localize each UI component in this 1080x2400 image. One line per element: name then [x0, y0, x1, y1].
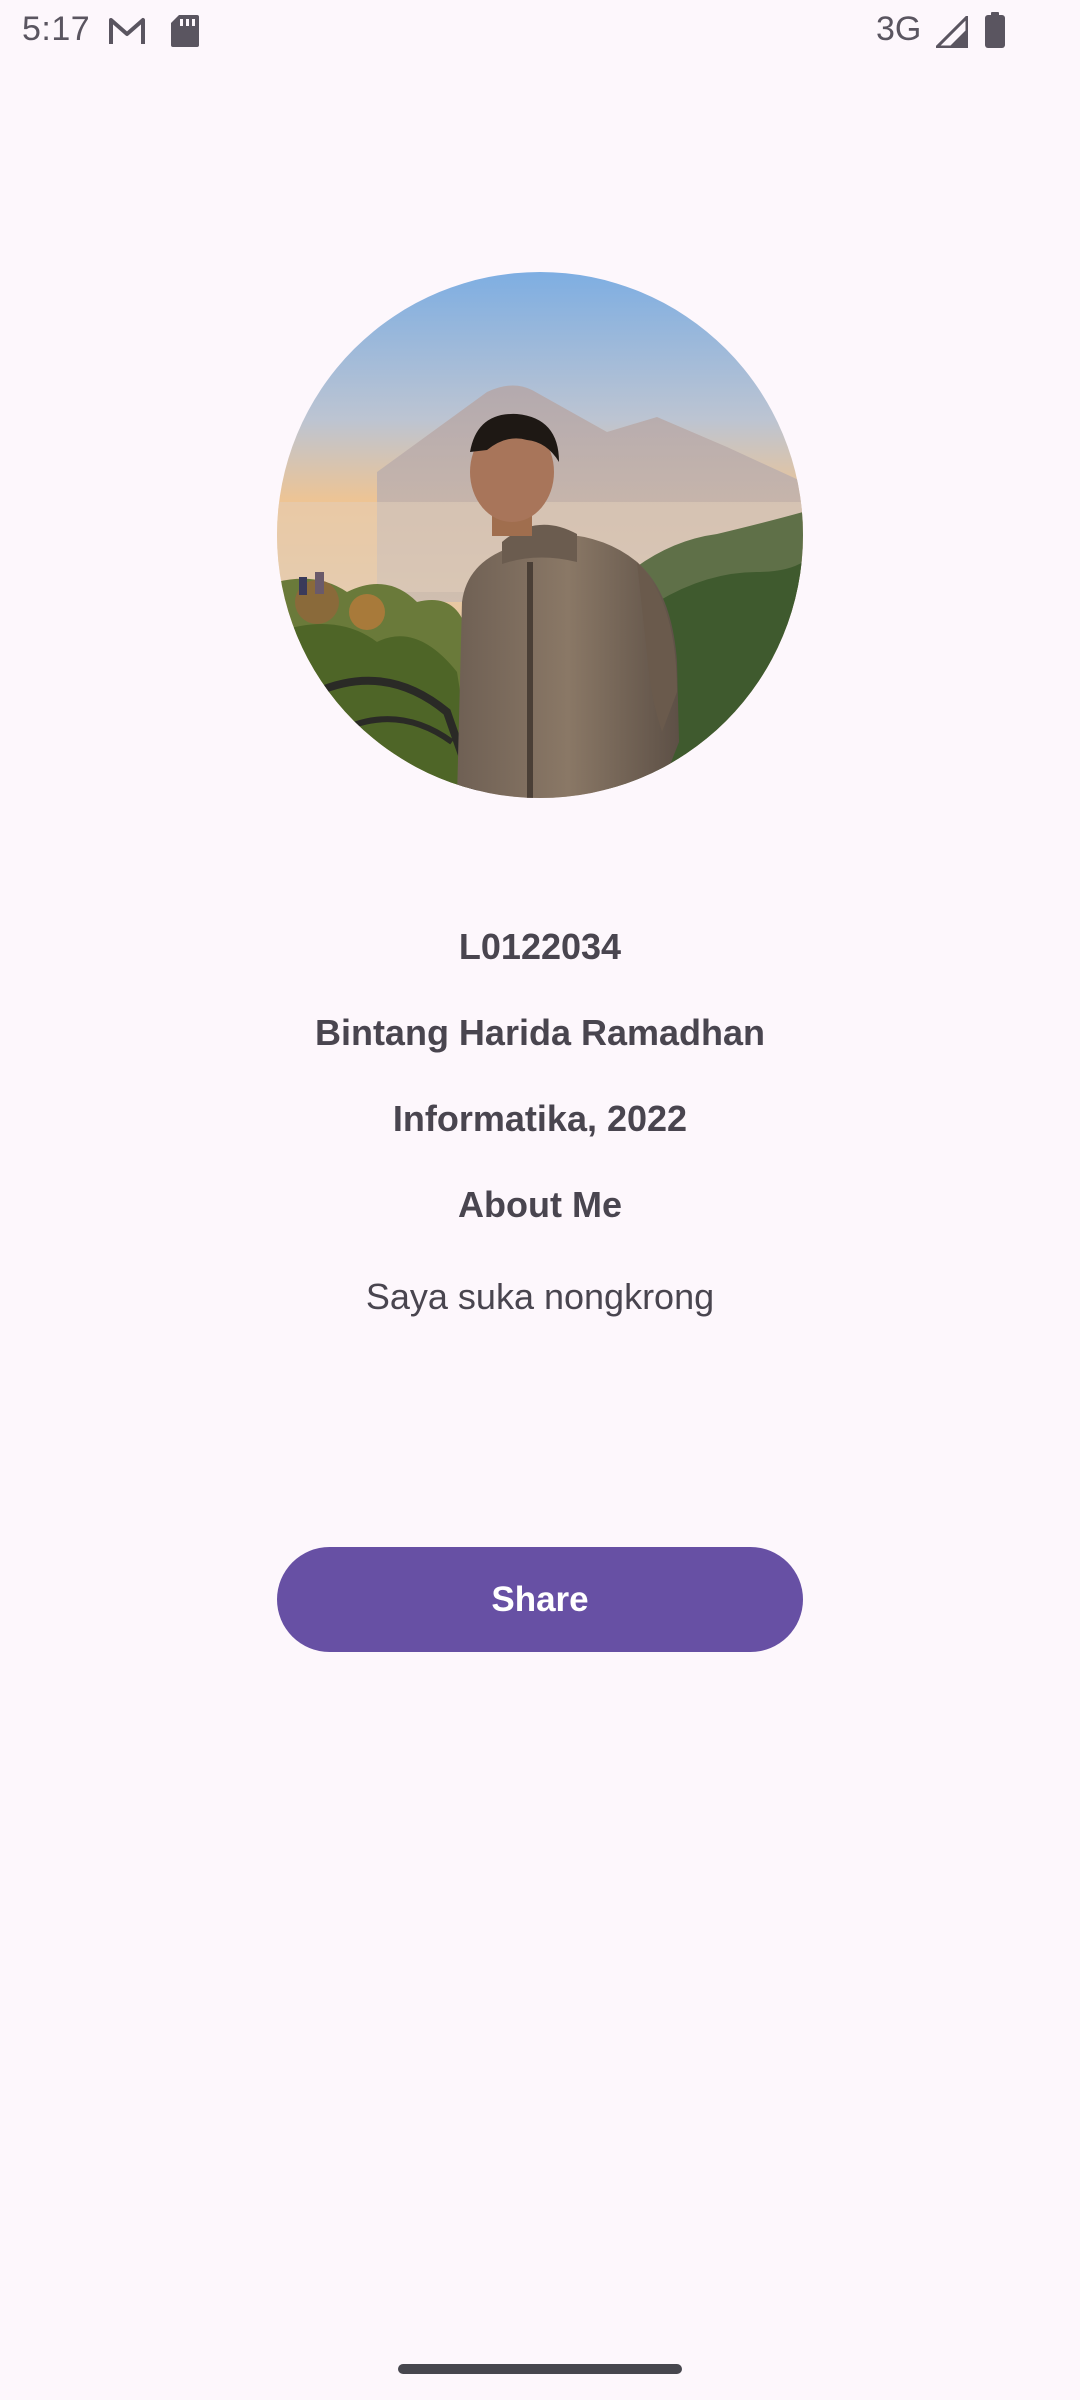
program-year: Informatika, 2022 — [392, 1098, 688, 1139]
about-heading: About Me — [458, 1184, 622, 1225]
network-type: 3G — [876, 10, 922, 48]
student-id: L0122034 — [458, 926, 622, 967]
status-time: 5:17 — [22, 10, 91, 48]
gmail-icon — [108, 14, 146, 53]
share-button[interactable]: Share — [277, 1547, 803, 1652]
profile-photo — [277, 272, 803, 798]
gesture-nav-handle[interactable] — [398, 2364, 682, 2374]
student-name: Bintang Harida Ramadhan — [314, 1012, 766, 1053]
battery-icon — [984, 12, 1006, 53]
status-bar: 5:17 3G — [0, 0, 1080, 64]
sd-card-icon — [170, 14, 200, 53]
signal-icon — [935, 15, 969, 53]
about-text: Saya suka nongkrong — [365, 1276, 715, 1317]
